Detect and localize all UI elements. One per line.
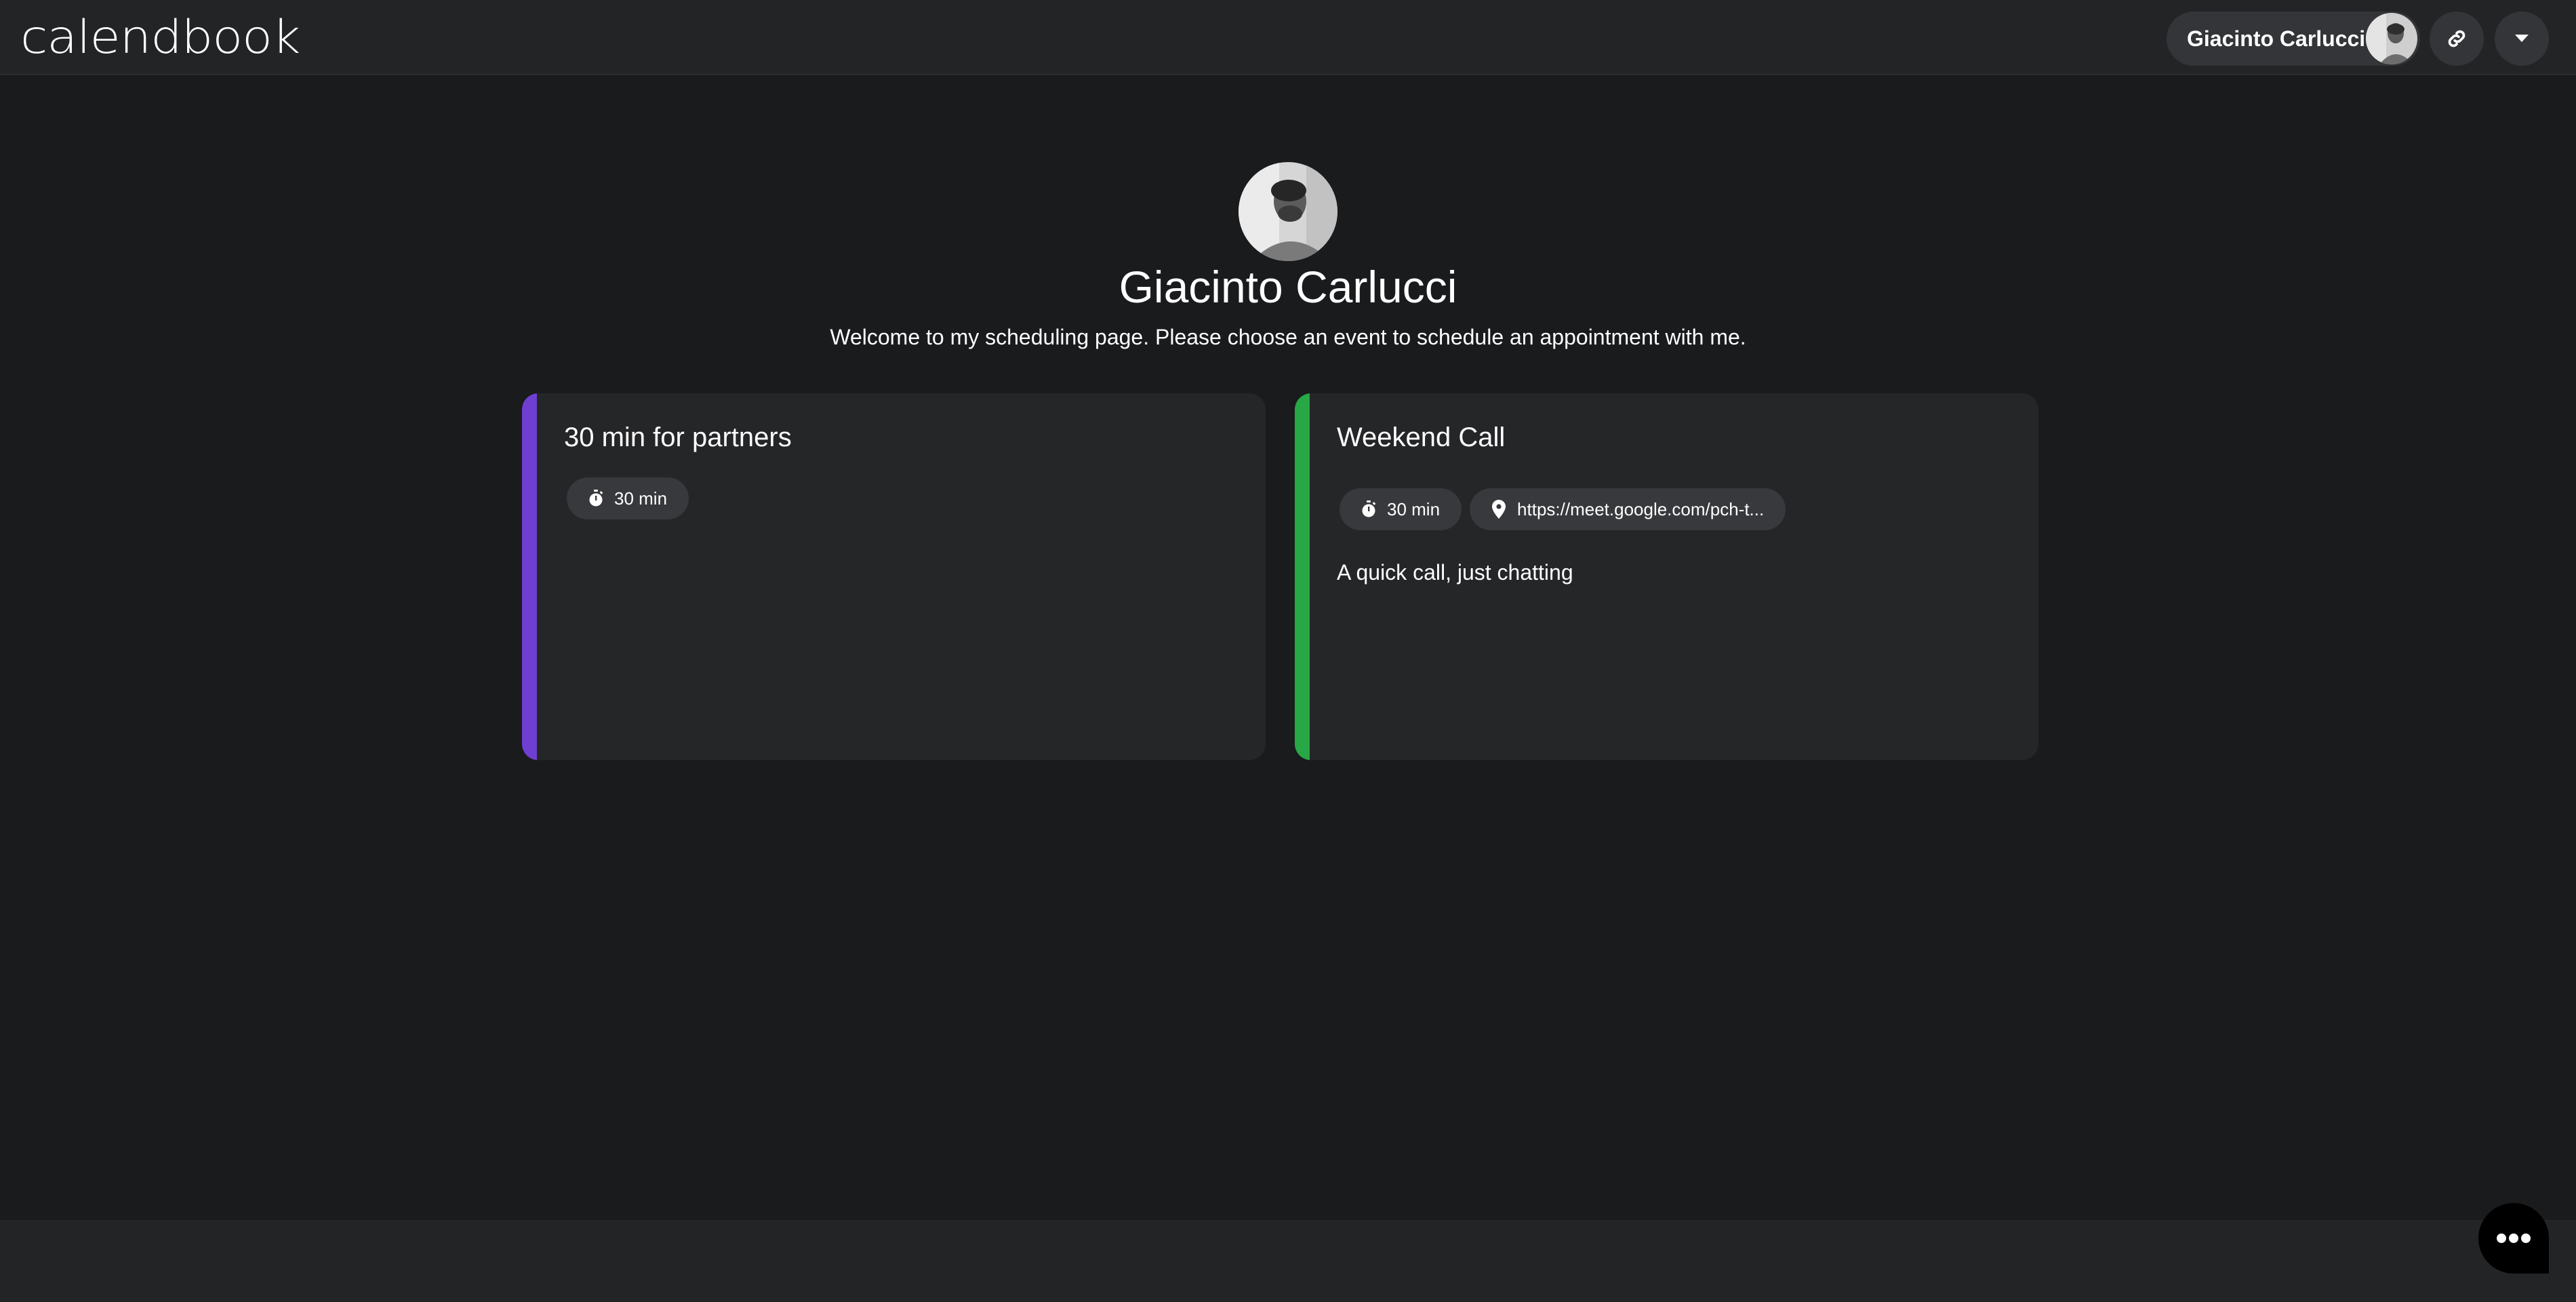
profile-avatar [1239,162,1337,261]
copy-link-button[interactable] [2430,12,2484,66]
event-details: 30 min https://meet.google.com/pch-t... [1340,488,1786,530]
avatar [2366,13,2417,64]
location-label: https://meet.google.com/pch-t... [1517,498,1765,519]
chevron-down-icon [2515,35,2529,42]
event-description: A quick call, just chatting [1337,560,1573,585]
duration-label: 30 min [614,488,668,509]
user-menu-pill[interactable]: Giacinto Carlucci [2167,12,2420,66]
duration-label: 30 min [1387,498,1441,519]
top-bar: calendbook Giacinto Carlucci [0,0,2576,75]
user-name: Giacinto Carlucci [2187,26,2366,51]
event-title: Weekend Call [1337,422,1506,452]
event-title: 30 min for partners [564,422,792,452]
duration-chip: 30 min [567,477,689,519]
location-chip: https://meet.google.com/pch-t... [1470,488,1786,530]
stopwatch-icon [587,490,605,507]
event-color-bar [1295,393,1310,760]
profile-name: Giacinto Carlucci [1119,262,1457,312]
event-card-30-min-for-partners[interactable]: 30 min for partners 30 min [522,393,1266,760]
event-details: 30 min [567,477,689,519]
duration-chip: 30 min [1340,488,1462,530]
footer [0,1220,2576,1302]
chat-bubble-icon [2478,1203,2549,1274]
account-dropdown-button[interactable] [2495,12,2549,66]
location-pin-icon [1490,500,1508,519]
calendbook-logo[interactable]: calendbook [20,12,300,64]
chat-widget-button[interactable] [2478,1203,2549,1274]
event-color-bar [522,393,537,760]
link-icon [2448,30,2466,47]
welcome-message: Welcome to my scheduling page. Please ch… [830,325,1746,349]
event-card-weekend-call[interactable]: Weekend Call 30 min https://meet.google. [1295,393,2038,760]
stopwatch-icon [1360,500,1377,518]
